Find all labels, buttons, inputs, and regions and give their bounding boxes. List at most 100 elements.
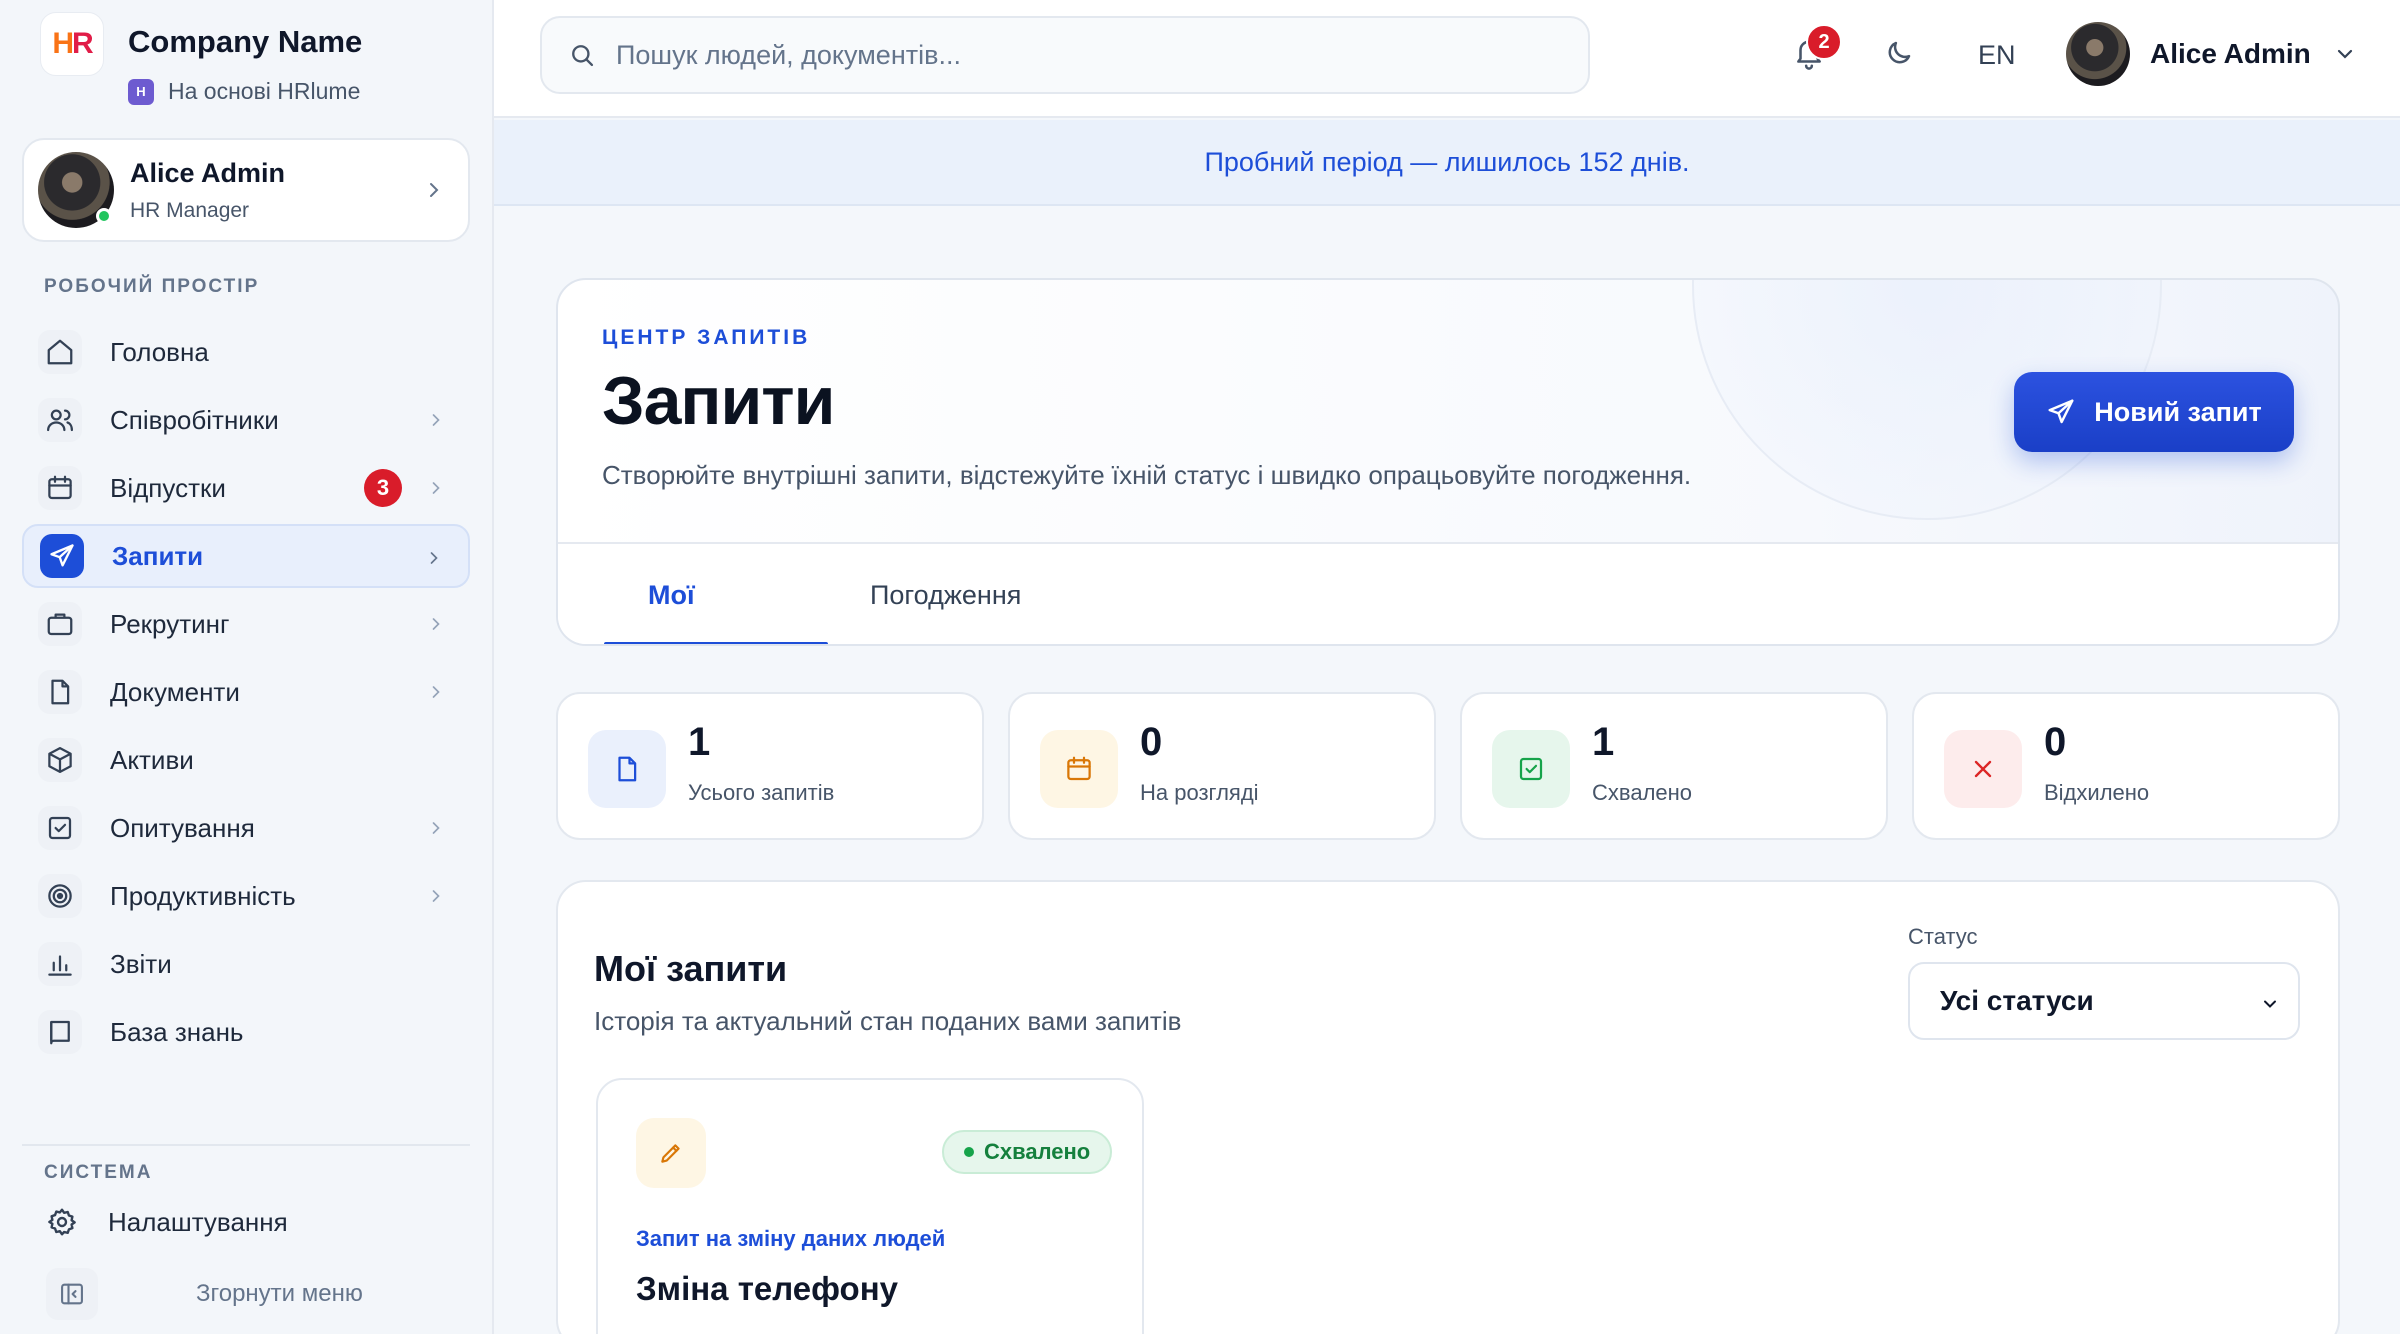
x-icon xyxy=(1944,730,2022,808)
chevron-right-icon xyxy=(426,478,446,498)
check-square-icon xyxy=(1492,730,1570,808)
page-title: Запити xyxy=(602,363,835,439)
sidebar-item-label: Запити xyxy=(112,540,204,571)
sidebar-item-knowledge-base[interactable]: База знань xyxy=(22,1000,470,1064)
status-dot xyxy=(964,1147,974,1157)
top-bar: 2 EN Alice Admin xyxy=(494,0,2400,118)
stat-value: 0 xyxy=(2044,720,2067,764)
status-filter-select[interactable]: Усі статуси xyxy=(1908,962,2300,1040)
sidebar-item-label: Головна xyxy=(110,336,209,367)
brand[interactable]: HR Company Name H На основі HRlume xyxy=(40,12,362,105)
sidebar-item-home[interactable]: Головна xyxy=(22,320,470,384)
users-icon xyxy=(38,398,82,442)
chevron-right-icon xyxy=(426,614,446,634)
sidebar-item-reports[interactable]: Звіти xyxy=(22,932,470,996)
stat-value: 0 xyxy=(1140,720,1163,764)
workspace-section-label: РОБОЧИЙ ПРОСТІР xyxy=(44,276,260,297)
sidebar-item-label: Активи xyxy=(110,744,194,775)
requests-tabs: Мої Погодження xyxy=(558,542,2338,644)
tab-approvals[interactable]: Погодження xyxy=(870,580,1021,611)
chevron-right-icon xyxy=(426,682,446,702)
online-indicator xyxy=(96,208,112,224)
sidebar-item-surveys[interactable]: Опитування xyxy=(22,796,470,860)
company-name: Company Name xyxy=(128,24,363,59)
user-menu[interactable]: Alice Admin xyxy=(2066,22,2357,86)
status-filter-label: Статус xyxy=(1908,924,1978,949)
trial-banner: Пробний період — лишилось 152 днів. xyxy=(494,120,2400,206)
stat-caption: Відхилено xyxy=(2044,780,2150,805)
chevron-right-icon xyxy=(422,178,446,202)
user-menu-name: Alice Admin xyxy=(2150,38,2311,69)
sidebar-item-label: Документи xyxy=(110,676,240,707)
sidebar-divider xyxy=(22,1144,470,1146)
home-icon xyxy=(38,330,82,374)
check-square-icon xyxy=(38,806,82,850)
powered-by: H На основі HRlume xyxy=(128,78,362,105)
system-section-label: СИСТЕМА xyxy=(44,1162,153,1183)
sidebar-item-label: Звіти xyxy=(110,948,172,979)
request-card[interactable]: Схвалено Запит на зміну даних людей Змін… xyxy=(596,1078,1144,1334)
sidebar-item-requests[interactable]: Запити xyxy=(22,524,470,588)
sidebar-item-settings[interactable]: Налаштування xyxy=(46,1206,288,1238)
stat-card-approved: 1 Схвалено xyxy=(1460,692,1888,840)
hero-eyebrow: ЦЕНТР ЗАПИТІВ xyxy=(602,326,811,349)
request-category: Запит на зміну даних людей xyxy=(636,1226,946,1251)
notifications-count-badge: 2 xyxy=(1806,24,1842,60)
new-request-button[interactable]: Новий запит xyxy=(2014,372,2294,452)
stat-value: 1 xyxy=(1592,720,1615,764)
stat-caption: Усього запитів xyxy=(688,780,835,805)
active-tab-indicator xyxy=(604,642,828,644)
my-requests-panel: Мої запити Історія та актуальний стан по… xyxy=(556,880,2340,1334)
bar-chart-icon xyxy=(38,942,82,986)
sidebar-item-label: База знань xyxy=(110,1016,244,1047)
sidebar-item-documents[interactable]: Документи xyxy=(22,660,470,724)
chevron-right-icon xyxy=(426,410,446,430)
status-badge: Схвалено xyxy=(942,1130,1113,1174)
file-icon xyxy=(588,730,666,808)
hrlume-logo-icon: H xyxy=(128,78,154,105)
language-switcher[interactable]: EN xyxy=(1978,40,2016,71)
avatar xyxy=(38,152,114,228)
book-icon xyxy=(38,1010,82,1054)
sidebar-nav: Головна Співробітники Відпустки 3 Запити xyxy=(22,320,470,1068)
box-icon xyxy=(38,738,82,782)
calendar-icon xyxy=(38,466,82,510)
stat-card-pending: 0 На розгляді xyxy=(1008,692,1436,840)
search-input[interactable] xyxy=(616,39,1516,71)
briefcase-icon xyxy=(38,602,82,646)
user-name: Alice Admin xyxy=(130,157,286,188)
sidebar-user-card[interactable]: Alice Admin HR Manager xyxy=(22,138,470,242)
sidebar-item-performance[interactable]: Продуктивність xyxy=(22,864,470,928)
pencil-icon xyxy=(636,1118,706,1188)
sidebar-item-label: Співробітники xyxy=(110,404,279,435)
requests-hero: ЦЕНТР ЗАПИТІВ Запити Створюйте внутрішні… xyxy=(556,278,2340,646)
tab-mine[interactable]: Мої xyxy=(648,580,695,611)
chevron-right-icon xyxy=(426,886,446,906)
send-icon xyxy=(2046,397,2076,427)
search-box[interactable] xyxy=(540,16,1590,94)
vacations-count-badge: 3 xyxy=(364,469,402,507)
collapse-menu-button[interactable]: Згорнути меню xyxy=(46,1268,363,1320)
search-icon xyxy=(568,41,596,69)
target-icon xyxy=(38,874,82,918)
send-icon xyxy=(40,534,84,578)
stat-caption: Схвалено xyxy=(1592,780,1693,805)
collapse-sidebar-icon xyxy=(46,1268,98,1320)
company-logo: HR xyxy=(40,12,104,76)
sidebar-item-vacations[interactable]: Відпустки 3 xyxy=(22,456,470,520)
chevron-down-icon xyxy=(2260,994,2280,1014)
file-icon xyxy=(38,670,82,714)
new-request-label: Новий запит xyxy=(2094,396,2262,427)
collapse-menu-label: Згорнути меню xyxy=(196,1280,363,1307)
section-title: Мої запити xyxy=(594,948,788,989)
theme-toggle-button[interactable] xyxy=(1884,38,1914,68)
sidebar-item-recruiting[interactable]: Рекрутинг xyxy=(22,592,470,656)
user-role: HR Manager xyxy=(130,198,250,222)
sidebar-item-assets[interactable]: Активи xyxy=(22,728,470,792)
sidebar-item-employees[interactable]: Співробітники xyxy=(22,388,470,452)
request-title: Зміна телефону xyxy=(636,1270,898,1307)
section-subtitle: Історія та актуальний стан поданих вами … xyxy=(594,1006,1182,1036)
stat-caption: На розгляді xyxy=(1140,780,1259,805)
stat-card-rejected: 0 Відхилено xyxy=(1912,692,2340,840)
chevron-down-icon xyxy=(2333,42,2357,66)
